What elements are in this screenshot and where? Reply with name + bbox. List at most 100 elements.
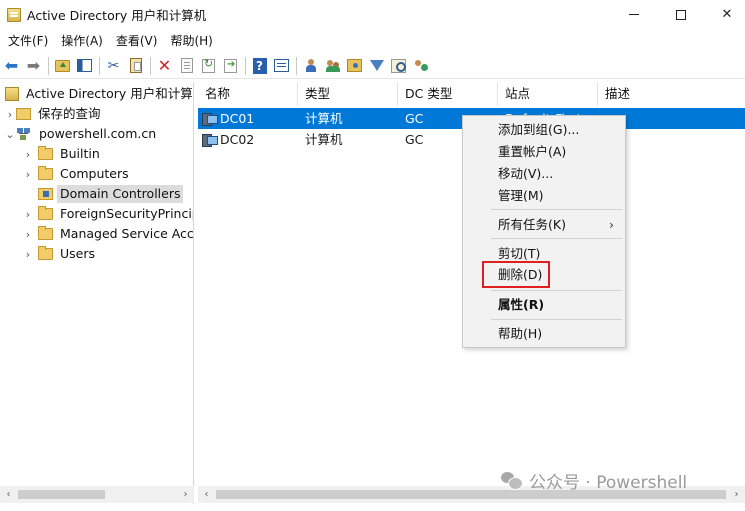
ou-folder-icon	[38, 188, 53, 200]
show-hide-tree-icon	[77, 59, 92, 72]
toolbar: ⬅ ➡ ✂ ✕ ?	[0, 53, 745, 79]
menu-action[interactable]: 操作(A)	[55, 30, 110, 52]
scroll-right-icon[interactable]: ›	[728, 486, 745, 503]
find-button[interactable]	[389, 56, 408, 75]
console-tree: Active Directory 用户和计算机 › 保存的查询 ⌄ powers…	[0, 82, 194, 504]
tree-item-saved-queries[interactable]: › 保存的查询	[4, 104, 104, 124]
add-to-group-icon	[413, 58, 429, 73]
tree-item-label: 保存的查询	[38, 106, 101, 121]
menu-item-all-tasks[interactable]: 所有任务(K) ›	[464, 214, 624, 235]
cell-type: 计算机	[305, 111, 343, 126]
menu-help[interactable]: 帮助(H)	[164, 30, 219, 52]
properties-doc-icon	[180, 58, 193, 73]
minimize-icon	[629, 14, 639, 15]
toolbar-separator	[99, 56, 100, 75]
tree-item-foreign-security-principals[interactable]: › ForeignSecurityPrincipa	[22, 204, 193, 224]
tree-horizontal-scrollbar[interactable]: ‹ ›	[0, 486, 194, 503]
tree-item-label: Users	[60, 246, 96, 261]
delete-button[interactable]: ✕	[155, 56, 174, 75]
help-button[interactable]: ?	[250, 56, 269, 75]
scroll-left-icon[interactable]: ‹	[198, 486, 215, 503]
export-list-button[interactable]	[221, 56, 240, 75]
tree-item-managed-service-accounts[interactable]: › Managed Service Acco	[22, 224, 194, 244]
column-header-name[interactable]: 名称	[198, 82, 298, 106]
forward-arrow-icon: ➡	[26, 55, 41, 75]
tree-item-builtin[interactable]: › Builtin	[22, 144, 103, 164]
maximize-button[interactable]	[658, 0, 704, 29]
chevron-right-icon[interactable]: ›	[4, 108, 16, 121]
menu-item-manage[interactable]: 管理(M)	[464, 185, 624, 206]
menu-separator	[491, 209, 622, 210]
tree-item-users[interactable]: › Users	[22, 244, 98, 264]
toolbar-separator	[296, 56, 297, 75]
tree-item-label: powershell.com.cn	[39, 126, 157, 141]
submenu-arrow-icon: ›	[609, 217, 614, 232]
cell-type: 计算机	[305, 132, 343, 147]
menu-item-add-to-group[interactable]: 添加到组(G)...	[464, 119, 624, 140]
minimize-button[interactable]	[611, 0, 657, 29]
chevron-right-icon[interactable]: ›	[22, 168, 34, 181]
menu-item-properties[interactable]: 属性(R)	[464, 294, 624, 315]
new-user-button[interactable]	[301, 56, 320, 75]
tree-item-label: Domain Controllers	[57, 185, 184, 203]
cut-button[interactable]: ✂	[104, 56, 123, 75]
tree-item-computers[interactable]: › Computers	[22, 164, 132, 184]
folder-icon	[38, 206, 53, 220]
back-button[interactable]: ⬅	[2, 56, 21, 75]
tree-item-label: Managed Service Acco	[60, 226, 194, 241]
show-hide-tree-button[interactable]	[75, 56, 94, 75]
menu-item-help[interactable]: 帮助(H)	[464, 323, 624, 344]
new-group-icon	[325, 58, 341, 73]
menu-separator	[491, 319, 622, 320]
column-header-description[interactable]: 描述	[598, 82, 745, 106]
window-title: Active Directory 用户和计算机	[27, 8, 207, 23]
chevron-right-icon[interactable]: ›	[22, 208, 34, 221]
chevron-right-icon[interactable]: ›	[22, 228, 34, 241]
new-group-button[interactable]	[323, 56, 342, 75]
chevron-right-icon[interactable]: ›	[22, 148, 34, 161]
help-icon: ?	[252, 57, 267, 74]
up-folder-icon	[55, 59, 70, 72]
folder-icon	[38, 146, 53, 160]
menu-item-move[interactable]: 移动(V)...	[464, 163, 624, 184]
find-icon	[391, 58, 406, 73]
computer-icon	[202, 112, 218, 126]
tree-root[interactable]: Active Directory 用户和计算机	[5, 84, 193, 104]
copy-button[interactable]	[126, 56, 145, 75]
up-level-button[interactable]	[53, 56, 72, 75]
menu-file[interactable]: 文件(F)	[2, 30, 55, 52]
filter-button[interactable]	[367, 56, 386, 75]
column-header-site[interactable]: 站点	[498, 82, 598, 106]
chevron-right-icon[interactable]: ›	[22, 248, 34, 261]
add-to-group-button[interactable]	[411, 56, 430, 75]
tree-item-label: Computers	[60, 166, 129, 181]
scroll-thumb[interactable]	[18, 490, 105, 499]
menu-view[interactable]: 查看(V)	[110, 30, 165, 52]
new-ou-icon	[347, 59, 362, 72]
context-menu: 添加到组(G)... 重置帐户(A) 移动(V)... 管理(M) 所有任务(K…	[462, 115, 626, 348]
properties-button[interactable]	[272, 56, 291, 75]
cut-icon: ✂	[107, 57, 120, 74]
folder-icon	[38, 226, 53, 240]
tree-item-domain[interactable]: ⌄ powershell.com.cn	[4, 124, 159, 144]
properties-doc-button[interactable]	[177, 56, 196, 75]
toolbar-separator	[48, 56, 49, 75]
scroll-left-icon[interactable]: ‹	[0, 486, 17, 503]
forward-button[interactable]: ➡	[24, 56, 43, 75]
column-header-type[interactable]: 类型	[298, 82, 398, 106]
menu-item-reset-account[interactable]: 重置帐户(A)	[464, 141, 624, 162]
column-header-dc-type[interactable]: DC 类型	[398, 82, 498, 106]
scroll-right-icon[interactable]: ›	[177, 486, 194, 503]
copy-icon	[129, 58, 142, 73]
maximize-icon	[676, 9, 686, 20]
list-header: 名称 类型 DC 类型 站点 描述	[198, 82, 745, 106]
chevron-down-icon[interactable]: ⌄	[4, 128, 16, 141]
menu-separator	[491, 290, 622, 291]
close-button[interactable]: ✕	[704, 0, 745, 29]
refresh-button[interactable]	[199, 56, 218, 75]
tree-item-domain-controllers[interactable]: Domain Controllers	[22, 184, 184, 204]
cell-name: DC01	[220, 111, 255, 126]
close-icon: ✕	[721, 7, 733, 22]
new-ou-button[interactable]	[345, 56, 364, 75]
watermark: 公众号 · Powershell	[501, 469, 687, 493]
